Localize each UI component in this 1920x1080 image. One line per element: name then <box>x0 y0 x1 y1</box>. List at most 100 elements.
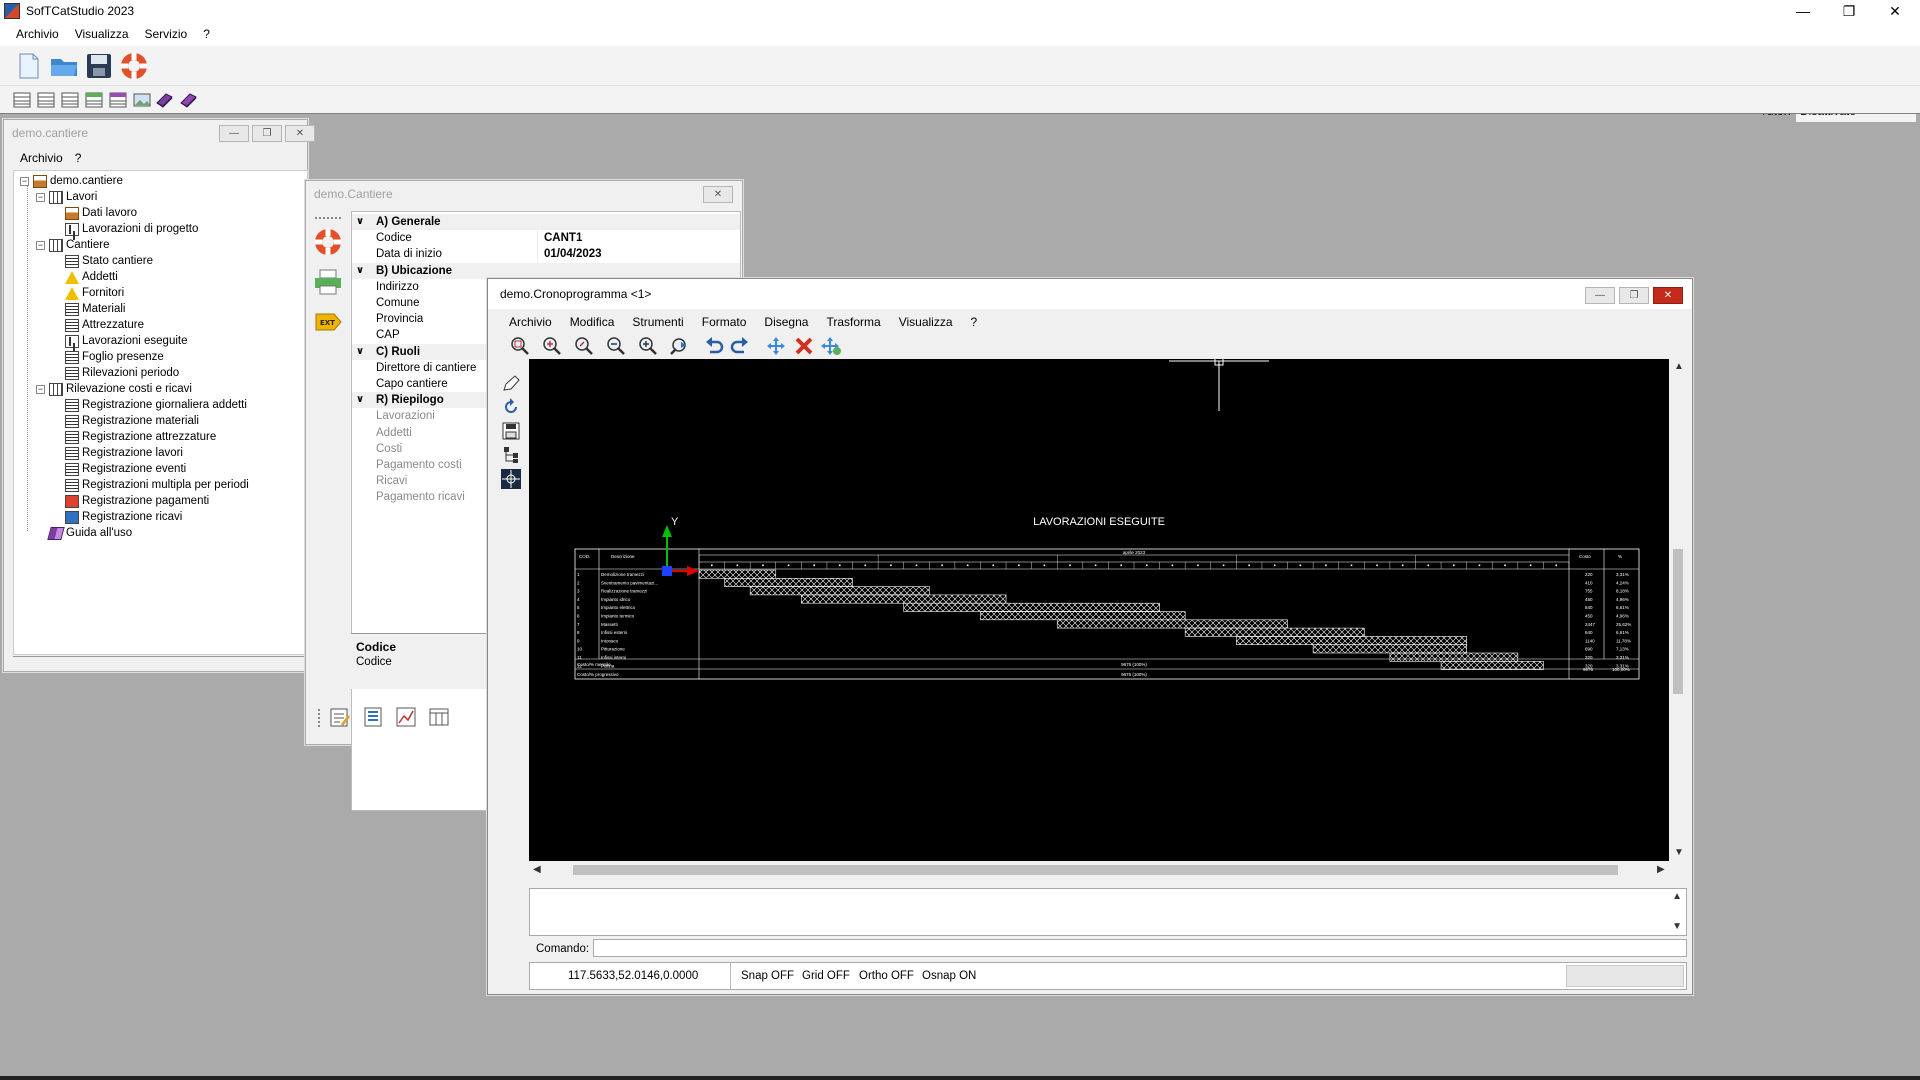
category-chevron-icon[interactable]: ∨ <box>356 263 364 279</box>
table-view-3-button[interactable] <box>60 90 80 110</box>
crono-menu-visualizza[interactable]: Visualizza <box>890 311 962 333</box>
prop-table-button[interactable] <box>425 703 453 731</box>
crono-minimize-icon[interactable]: — <box>1585 287 1615 304</box>
ortho-toggle[interactable]: Ortho OFF <box>859 970 914 982</box>
tree-node[interactable]: Stato cantiere <box>65 253 153 269</box>
scroll-down-icon[interactable]: ▼ <box>1674 847 1684 858</box>
close-icon[interactable]: ✕ <box>1872 0 1918 22</box>
tree-node[interactable]: − Rilevazione costi e ricavi <box>36 381 192 397</box>
crono-menu-archivio[interactable]: Archivio <box>500 311 561 333</box>
property-category[interactable]: ∨ B) Ubicazione <box>352 262 740 279</box>
tree-node[interactable]: − Cantiere <box>36 237 109 253</box>
zoom-window-button[interactable] <box>508 334 532 358</box>
tree-node[interactable]: Addetti <box>65 269 118 285</box>
property-value[interactable]: CANT1 <box>544 230 582 246</box>
tree-restore-icon[interactable]: ❐ <box>252 125 282 142</box>
tree-menu-help[interactable]: ? <box>69 148 88 168</box>
tree-node[interactable]: Guida all'uso <box>47 525 132 541</box>
scroll-right-icon[interactable]: ▶ <box>1657 864 1665 875</box>
minimize-icon[interactable]: — <box>1780 0 1826 22</box>
crono-menu-strumenti[interactable]: Strumenti <box>623 311 692 333</box>
history-scroll-down-icon[interactable]: ▼ <box>1672 921 1682 932</box>
snap-toggle[interactable]: Snap OFF <box>741 970 794 982</box>
category-chevron-icon[interactable]: ∨ <box>356 214 364 230</box>
tree-node[interactable]: Fornitori <box>65 285 124 301</box>
zoom-out-button[interactable] <box>604 334 628 358</box>
snap-tool-button[interactable] <box>500 468 522 490</box>
vertical-scrollbar[interactable]: ▲ ▼ <box>1669 359 1687 861</box>
crono-menu-formato[interactable]: Formato <box>693 311 756 333</box>
prop-chart-button[interactable] <box>392 703 420 731</box>
tree-close-icon[interactable]: ✕ <box>285 125 315 142</box>
crono-close-icon[interactable]: ✕ <box>1653 287 1683 304</box>
prop-edit-button[interactable] <box>326 703 354 731</box>
crono-menu-help[interactable]: ? <box>962 311 987 333</box>
tree-node[interactable]: Registrazione materiali <box>65 413 199 429</box>
tree-collapse-icon[interactable]: − <box>36 192 45 202</box>
history-scroll-up-icon[interactable]: ▲ <box>1672 891 1682 902</box>
redo-button[interactable] <box>728 334 752 358</box>
zoom-realtime-button[interactable] <box>572 334 596 358</box>
copy-move-button[interactable] <box>820 334 844 358</box>
tree-node[interactable]: Registrazione giornaliera addetti <box>65 397 247 413</box>
tree-node[interactable]: Dati lavoro <box>65 205 137 221</box>
property-category[interactable]: ∨ A) Generale <box>352 214 740 230</box>
tree-collapse-icon[interactable]: − <box>20 176 29 186</box>
guide-book-1-button[interactable] <box>154 90 174 110</box>
menu-archivio[interactable]: Archivio <box>8 22 67 46</box>
tree-node[interactable]: Registrazione ricavi <box>65 509 182 525</box>
tree-minimize-icon[interactable]: — <box>219 125 249 142</box>
tree-node[interactable]: Materiali <box>65 301 125 317</box>
property-row[interactable]: Data di inizio 01/04/2023 <box>352 246 740 263</box>
tree-node[interactable]: − demo.cantiere <box>20 173 123 189</box>
tree-node[interactable]: Registrazioni multipla per periodi <box>65 477 249 493</box>
category-chevron-icon[interactable]: ∨ <box>356 392 364 408</box>
scroll-left-icon[interactable]: ◀ <box>533 864 541 875</box>
crono-menu-modifica[interactable]: Modifica <box>561 311 624 333</box>
command-history[interactable]: ▲ ▼ <box>529 888 1687 936</box>
tree-node[interactable]: Rilevazioni periodo <box>65 365 179 381</box>
table-view-5-button[interactable] <box>108 90 128 110</box>
draw-tool-button[interactable] <box>500 372 522 394</box>
tree-collapse-icon[interactable]: − <box>36 384 45 394</box>
tree-node[interactable]: Lavorazioni di progetto <box>65 221 198 237</box>
pan-button[interactable] <box>668 334 692 358</box>
menu-servizio[interactable]: Servizio <box>137 22 196 46</box>
prop-list-button[interactable] <box>359 703 387 731</box>
table-view-2-button[interactable] <box>36 90 56 110</box>
tree-node[interactable]: Lavorazioni eseguite <box>65 333 188 349</box>
horizontal-scrollbar[interactable]: ◀ ▶ <box>529 861 1669 879</box>
tree-node[interactable]: − Lavori <box>36 189 97 205</box>
hierarchy-tool-button[interactable] <box>500 444 522 466</box>
crono-restore-icon[interactable]: ❐ <box>1619 287 1649 304</box>
tree-node[interactable]: Registrazione lavori <box>65 445 183 461</box>
prop-help-button[interactable] <box>311 225 345 259</box>
guide-book-2-button[interactable] <box>178 90 198 110</box>
restore-icon[interactable]: ❐ <box>1826 0 1872 22</box>
save-drawing-button[interactable] <box>500 420 522 442</box>
delete-button[interactable] <box>792 334 816 358</box>
save-button[interactable] <box>84 50 114 82</box>
zoom-in-button[interactable] <box>636 334 660 358</box>
scroll-up-icon[interactable]: ▲ <box>1674 361 1684 372</box>
prop-export-button[interactable]: EXT <box>311 305 345 339</box>
menu-help[interactable]: ? <box>195 22 218 46</box>
crono-menu-disegna[interactable]: Disegna <box>755 311 817 333</box>
tree-node[interactable]: Registrazione pagamenti <box>65 493 209 509</box>
category-chevron-icon[interactable]: ∨ <box>356 344 364 360</box>
crono-menu-trasforma[interactable]: Trasforma <box>817 311 889 333</box>
tree-node[interactable]: Attrezzature <box>65 317 144 333</box>
new-file-button[interactable] <box>14 50 44 82</box>
rotate-tool-button[interactable] <box>500 396 522 418</box>
osnap-toggle[interactable]: Osnap ON <box>922 970 976 982</box>
tree-node[interactable]: Registrazione eventi <box>65 461 186 477</box>
tree-node[interactable]: Foglio presenze <box>65 349 164 365</box>
property-row[interactable]: Codice CANT1 <box>352 230 740 247</box>
horizontal-scroll-thumb[interactable] <box>573 865 1618 875</box>
tree-collapse-icon[interactable]: − <box>36 240 45 250</box>
menu-visualizza[interactable]: Visualizza <box>67 22 137 46</box>
tree-view[interactable]: − demo.cantiere − Lavori Dati lavoro Lavorazi… <box>13 170 308 655</box>
open-folder-button[interactable] <box>48 50 80 82</box>
help-lifebuoy-button[interactable] <box>118 50 150 82</box>
image-button[interactable] <box>132 90 152 110</box>
